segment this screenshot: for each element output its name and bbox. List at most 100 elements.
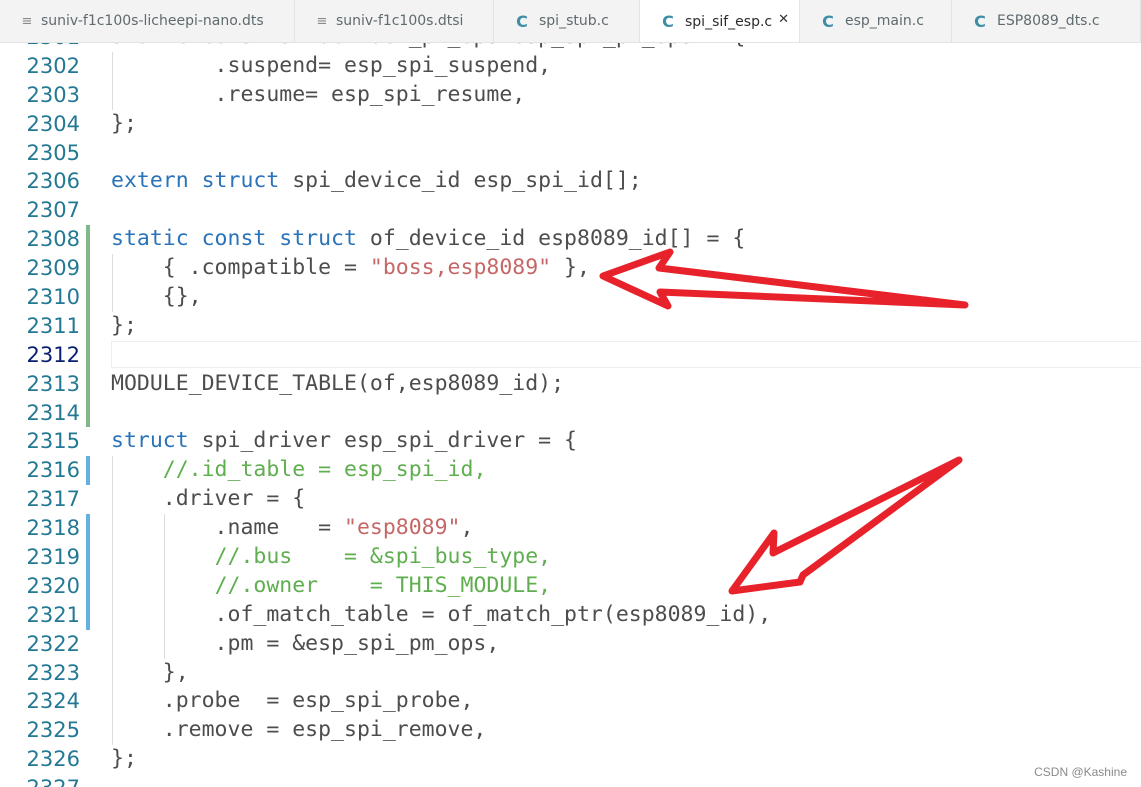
code-line[interactable]: 2325 .remove = esp_spi_remove, — [0, 716, 1141, 746]
line-number: 2313 — [26, 371, 80, 396]
code-line[interactable]: 2326}; — [0, 745, 1141, 774]
code-text[interactable]: .remove = esp_spi_remove, — [111, 716, 487, 745]
code-line[interactable]: 2307 — [0, 196, 1141, 225]
code-text[interactable]: //.id_table = esp_spi_id, — [111, 456, 487, 485]
string-token: "esp8089" — [344, 515, 461, 541]
code-text[interactable]: }; — [111, 745, 137, 774]
close-icon[interactable]: ✕ — [778, 12, 789, 27]
code-text[interactable]: .suspend= esp_spi_suspend, — [111, 52, 552, 81]
line-number: 2309 — [26, 256, 80, 281]
code-token: }; — [111, 746, 137, 772]
code-token: }, — [551, 255, 590, 281]
code-line[interactable]: 2303 .resume= esp_spi_resume, — [0, 80, 1141, 110]
gutter-added-marker[interactable] — [86, 311, 90, 341]
code-token: { .compatible = — [111, 255, 370, 281]
code-line[interactable]: 2322 .pm = &esp_spi_pm_ops, — [0, 629, 1141, 659]
code-text[interactable]: extern struct spi_device_id esp_spi_id[]… — [111, 167, 642, 196]
code-line[interactable]: 2306 extern struct spi_device_id esp_spi_… — [0, 167, 1141, 196]
tab-label: esp_main.c — [845, 13, 924, 29]
code-line[interactable]: 2312 — [0, 340, 1141, 370]
code-token: }, — [111, 659, 189, 685]
gutter-modified-marker[interactable] — [86, 571, 90, 601]
tab-suniv-f1c100s-licheepi-nano-dts[interactable]: ≡ suniv-f1c100s-licheepi-nano.dts — [0, 0, 295, 42]
code-line[interactable]: 2327 — [0, 774, 1141, 787]
code-text[interactable]: //.bus = &spi_bus_type, — [111, 543, 552, 572]
code-text[interactable]: static const struct of_device_id esp8089… — [111, 225, 745, 254]
code-line[interactable]: 2324 .probe = esp_spi_probe, — [0, 687, 1141, 717]
line-number: 2320 — [26, 573, 80, 598]
gutter-modified-marker[interactable] — [86, 456, 90, 486]
tab-suniv-f1c100s-dtsi[interactable]: ≡ suniv-f1c100s.dtsi — [295, 0, 494, 42]
code-token: spi_driver esp_spi_driver = { — [188, 428, 577, 454]
code-text[interactable]: }; — [111, 312, 137, 341]
gutter-modified-marker[interactable] — [86, 514, 90, 544]
code-text[interactable]: }; — [111, 110, 137, 139]
line-number: 2310 — [26, 285, 80, 310]
code-line[interactable]: 2321 .of_match_table = of_match_ptr(esp8… — [0, 600, 1141, 630]
code-token: .pm = &esp_spi_pm_ops, — [111, 630, 500, 656]
code-line[interactable]: 2308 static const struct of_device_id esp… — [0, 225, 1141, 255]
tab-esp-main-c[interactable]: Cesp_main.c — [800, 0, 952, 42]
code-text[interactable]: .driver = { — [111, 485, 305, 514]
line-number: 2302 — [26, 53, 80, 78]
tab-label: ESP8089_dts.c — [997, 13, 1100, 29]
code-line[interactable]: 2305 — [0, 139, 1141, 168]
code-line[interactable]: 2316 //.id_table = esp_spi_id, — [0, 456, 1141, 486]
code-line[interactable]: 2318 .name = "esp8089", — [0, 514, 1141, 544]
code-text[interactable]: .pm = &esp_spi_pm_ops, — [111, 630, 500, 659]
code-text[interactable]: .probe = esp_spi_probe, — [111, 687, 474, 716]
line-number: 2308 — [26, 227, 80, 252]
code-line[interactable]: 2317 .driver = { — [0, 485, 1141, 515]
gutter-added-marker[interactable] — [86, 369, 90, 399]
code-text[interactable]: static const struct dev_pm_ops esp_spi_p… — [111, 43, 745, 52]
tab-spi-sif-esp-c[interactable]: Cspi_sif_esp.c ✕ — [640, 0, 800, 42]
code-text[interactable]: struct spi_driver esp_spi_driver = { — [111, 427, 577, 456]
code-token: .probe = esp_spi_probe, — [111, 688, 474, 714]
code-line[interactable]: 2302 .suspend= esp_spi_suspend, — [0, 51, 1141, 81]
gutter-added-marker[interactable] — [86, 225, 90, 255]
current-line-highlight — [111, 340, 1141, 368]
code-token: {}, — [111, 284, 202, 310]
tab-label: spi_stub.c — [539, 13, 609, 29]
tab-esp8089-dts-c[interactable]: C ESP8089_dts.c — [952, 0, 1141, 42]
code-line[interactable]: 2311}; — [0, 311, 1141, 341]
line-number: 2327 — [0, 774, 80, 787]
gutter-added-marker[interactable] — [86, 340, 90, 370]
code-line[interactable]: 2319 //.bus = &spi_bus_type, — [0, 543, 1141, 572]
code-line[interactable]: 2313 MODULE_DEVICE_TABLE(of,esp8089_id); — [0, 369, 1141, 399]
code-editor[interactable]: 2301 static const struct dev_pm_ops esp_s… — [0, 43, 1141, 787]
line-number: 2301 — [0, 43, 80, 52]
code-token: .suspend= esp_spi_suspend, — [111, 52, 552, 78]
code-line[interactable]: 2323 }, — [0, 658, 1141, 688]
code-text[interactable]: .resume= esp_spi_resume, — [111, 81, 526, 110]
keyword-token: extern struct — [111, 168, 280, 194]
gutter-modified-marker[interactable] — [86, 543, 90, 572]
code-token: .name = — [111, 515, 344, 541]
code-line[interactable]: 2301 static const struct dev_pm_ops esp_s… — [0, 43, 1141, 52]
code-line[interactable]: 2304}; — [0, 110, 1141, 139]
code-token: MODULE_DEVICE_TABLE(of,esp8089_id); — [111, 370, 565, 396]
gutter-added-marker[interactable] — [86, 254, 90, 284]
code-line[interactable]: 2315 struct spi_driver esp_spi_driver = { — [0, 427, 1141, 456]
gutter-modified-marker[interactable] — [86, 600, 90, 630]
code-line[interactable]: 2310 {}, — [0, 283, 1141, 312]
code-line[interactable]: 2320 //.owner = THIS_MODULE, — [0, 571, 1141, 601]
gutter-added-marker[interactable] — [86, 398, 90, 428]
code-text[interactable]: .name = "esp8089", — [111, 514, 474, 543]
watermark-text: CSDN @Kashine — [1034, 765, 1127, 779]
gutter-added-marker[interactable] — [86, 283, 90, 312]
code-text[interactable]: }, — [111, 659, 189, 688]
code-line[interactable]: 2309 { .compatible = "boss,esp8089" }, — [0, 254, 1141, 284]
code-line[interactable]: 2314 — [0, 398, 1141, 428]
code-text[interactable]: //.owner = THIS_MODULE, — [111, 572, 552, 601]
code-text[interactable]: { .compatible = "boss,esp8089" }, — [111, 254, 590, 283]
code-text[interactable]: .of_match_table = of_match_ptr(esp8089_i… — [111, 601, 772, 630]
code-text[interactable]: MODULE_DEVICE_TABLE(of,esp8089_id); — [111, 370, 564, 399]
code-token: , — [460, 515, 474, 541]
keyword-token: static const struct — [111, 43, 357, 49]
code-lines: 2301 static const struct dev_pm_ops esp_s… — [0, 43, 1141, 787]
tab-spi-stub-c[interactable]: Cspi_stub.c — [494, 0, 640, 42]
code-text[interactable]: {}, — [111, 283, 202, 312]
keyword-token: static const struct — [111, 226, 357, 252]
text-file-icon: ≡ — [21, 13, 33, 29]
